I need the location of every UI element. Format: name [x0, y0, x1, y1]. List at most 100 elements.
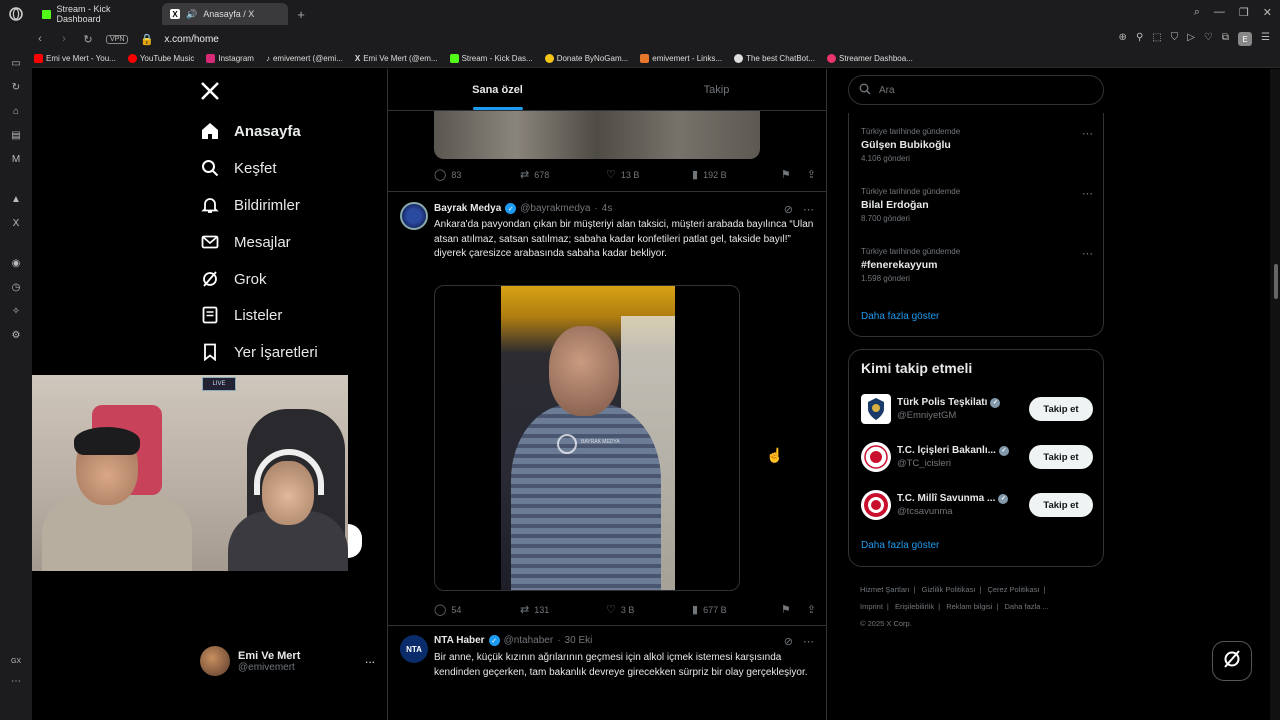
nav-lists[interactable]: Listeler — [200, 305, 282, 325]
avatar[interactable]: NTA — [400, 635, 428, 663]
previous-tweet-media[interactable] — [434, 111, 760, 159]
wallet-icon[interactable]: ▤ — [9, 128, 23, 142]
grok-explain-icon[interactable]: ⊘ — [784, 635, 793, 648]
reload-icon[interactable]: ↻ — [82, 33, 94, 46]
more-icon[interactable]: ⋯ — [1082, 127, 1093, 140]
footer-link-terms[interactable]: Hizmet Şartları — [860, 585, 910, 594]
gx-label[interactable]: GX — [9, 654, 23, 668]
reply-button[interactable]: ◯ 54 — [434, 603, 520, 616]
messenger-icon[interactable]: M — [9, 152, 23, 166]
opera-logo-icon[interactable] — [0, 0, 32, 28]
like-button[interactable]: ♡ 3 B — [606, 603, 692, 616]
extensions-icon[interactable]: ⧉ — [1222, 32, 1229, 46]
bookmark-icon[interactable]: ⚑ — [781, 603, 791, 616]
shield-icon[interactable]: ⛉ — [1171, 32, 1179, 46]
more-icon[interactable]: ... — [365, 652, 375, 666]
tweet-video[interactable]: BAYRAK MEDYA — [434, 285, 740, 591]
bookmark-item[interactable]: Instagram — [206, 54, 254, 63]
url-field[interactable]: x.com/home — [164, 34, 218, 45]
trend-item[interactable]: Türkiye tarihinde gündemde #fenerekayyum… — [861, 247, 1093, 283]
follow-show-more-link[interactable]: Daha fazla göster — [861, 540, 939, 551]
vpn-badge[interactable]: VPN — [106, 34, 129, 44]
trends-show-more-link[interactable]: Daha fazla göster — [861, 311, 939, 322]
back-icon[interactable]: ‹ — [34, 33, 46, 45]
more-icon[interactable]: ⋯ — [1082, 247, 1093, 260]
follow-button[interactable]: Takip et — [1029, 445, 1093, 469]
nav-notifications[interactable]: Bildirimler — [200, 195, 300, 215]
bookmark-icon[interactable]: ⚑ — [781, 168, 791, 181]
close-icon[interactable]: ✕ — [1263, 6, 1272, 19]
speaker-icon[interactable]: 🔊 — [186, 9, 197, 20]
menu-icon[interactable]: ☰ — [1261, 32, 1270, 46]
pin-icon[interactable]: ⚲ — [1136, 32, 1143, 46]
workspaces-icon[interactable]: ▭ — [9, 56, 23, 70]
snapshot-icon[interactable]: ⬚ — [1152, 32, 1161, 46]
bookmark-item[interactable]: ♪ emivemert (@emi... — [266, 54, 343, 63]
tweet-time[interactable]: 30 Eki — [565, 635, 593, 646]
footer-link-more[interactable]: Daha fazla ... — [1005, 602, 1049, 611]
clock-icon[interactable]: ◷ — [9, 280, 23, 294]
nav-explore[interactable]: Keşfet — [200, 158, 277, 178]
scrollbar-thumb[interactable] — [1274, 264, 1278, 299]
follow-button[interactable]: Takip et — [1029, 397, 1093, 421]
follow-suggestion[interactable]: T.C. İçişleri Bakanlı... ✓ @TC_icisleri T… — [861, 440, 1093, 474]
more-icon[interactable]: ⋯ — [803, 203, 814, 216]
share-icon[interactable]: ⇪ — [807, 603, 816, 616]
trend-item[interactable]: Türkiye tarihinde gündemde Bilal Erdoğan… — [861, 187, 1093, 223]
tab-following[interactable]: Takip — [607, 69, 826, 110]
nav-messages[interactable]: Mesajlar — [200, 232, 291, 252]
settings-icon[interactable]: ⚙ — [9, 328, 23, 342]
footer-link-ads[interactable]: Reklam bilgisi — [946, 602, 992, 611]
footer-link-accessibility[interactable]: Erişilebilirlik — [895, 602, 934, 611]
grok-floating-button[interactable] — [1212, 641, 1252, 681]
share-icon[interactable]: ⇪ — [807, 168, 816, 181]
play-icon[interactable]: ▷ — [1187, 32, 1195, 46]
account-switcher[interactable]: Emi Ve Mert @emivemert ... — [200, 642, 375, 680]
bookmark-item[interactable]: emivemert - Links... — [640, 54, 722, 63]
repost-button[interactable]: ⇄ 131 — [520, 603, 606, 616]
follow-suggestion[interactable]: Türk Polis Teşkilatı ✓ @EmniyetGM Takip e… — [861, 392, 1093, 426]
extensions-icon[interactable]: ✧ — [9, 304, 23, 318]
nav-grok[interactable]: Grok — [200, 269, 267, 289]
maximize-icon[interactable]: ❐ — [1239, 6, 1249, 19]
tab-kick-dashboard[interactable]: Stream - Kick Dashboard — [34, 3, 160, 25]
footer-link-privacy[interactable]: Gizlilik Politikası — [922, 585, 976, 594]
x-sidebar-icon[interactable]: X — [9, 216, 23, 230]
repost-button[interactable]: ⇄ 678 — [520, 168, 606, 181]
aria-icon[interactable]: ▲ — [9, 192, 23, 206]
zoom-icon[interactable]: ⊕ — [1119, 32, 1127, 46]
nav-home[interactable]: Anasayfa — [200, 121, 301, 141]
tweet-author-handle[interactable]: @bayrakmedya — [520, 203, 590, 214]
more-icon[interactable]: ⋯ — [9, 674, 23, 688]
follow-button[interactable]: Takip et — [1029, 493, 1093, 517]
bookmark-item[interactable]: Stream - Kick Das... — [449, 54, 533, 63]
bookmark-item[interactable]: Donate ByNoGam... — [544, 54, 628, 63]
search-input[interactable] — [879, 84, 1079, 96]
x-logo-icon[interactable] — [200, 81, 220, 107]
nav-bookmarks[interactable]: Yer İşaretleri — [200, 342, 318, 362]
tweet-time[interactable]: 4s — [602, 203, 613, 214]
forward-icon[interactable]: › — [58, 33, 70, 45]
search-box[interactable] — [848, 75, 1104, 105]
history-refresh-icon[interactable]: ↻ — [9, 80, 23, 94]
footer-link-imprint[interactable]: Imprint — [860, 602, 883, 611]
grok-explain-icon[interactable]: ⊘ — [784, 203, 793, 216]
footer-link-cookies[interactable]: Çerez Politikası — [987, 585, 1039, 594]
tweet-author-name[interactable]: NTA Haber — [434, 635, 485, 646]
trend-item[interactable]: Türkiye tarihinde gündemde Gülşen Bubiko… — [861, 127, 1093, 163]
views-button[interactable]: ▮ 677 B — [692, 603, 727, 616]
page-scrollbar[interactable] — [1270, 69, 1280, 720]
tab-for-you[interactable]: Sana özel — [388, 69, 607, 110]
bookmark-item[interactable]: Emi ve Mert - You... — [34, 54, 116, 63]
bookmark-item[interactable]: X Emi Ve Mert (@em... — [355, 54, 438, 63]
new-tab-button[interactable]: + — [292, 5, 310, 23]
more-icon[interactable]: ⋯ — [1082, 187, 1093, 200]
tab-x-home[interactable]: X 🔊 Anasayfa / X — [162, 3, 288, 25]
bookmark-item[interactable]: YouTube Music — [127, 54, 194, 63]
tray-icon[interactable]: ⌂ — [9, 104, 23, 118]
minimize-icon[interactable]: — — [1214, 6, 1225, 19]
profile-avatar-icon[interactable]: E — [1238, 32, 1253, 46]
bookmark-item[interactable]: Streamer Dashboa... — [827, 54, 913, 63]
reply-button[interactable]: ◯ 83 — [434, 168, 520, 181]
more-icon[interactable]: ⋯ — [803, 635, 814, 648]
